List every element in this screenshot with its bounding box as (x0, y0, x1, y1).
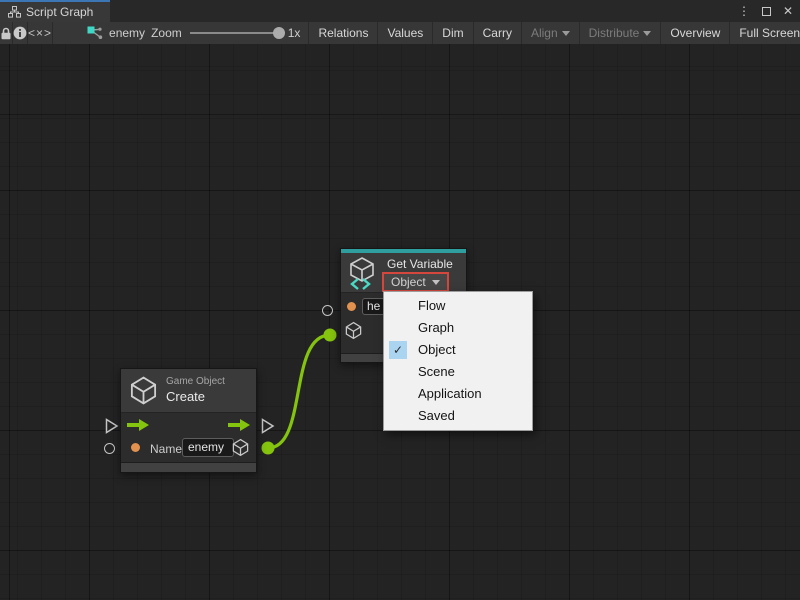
window-menu-icon[interactable]: ⋮ (736, 3, 752, 19)
node-footer[interactable] (121, 462, 256, 472)
menu-item-object[interactable]: ✓ Object (384, 339, 532, 361)
scope-label: Object (391, 275, 426, 289)
menu-item-saved[interactable]: Saved (384, 405, 532, 427)
maximize-icon[interactable] (758, 3, 774, 19)
flow-out-port[interactable] (261, 418, 275, 434)
flow-in-arrow-icon[interactable] (127, 419, 149, 431)
toolbar-button-relations[interactable]: Relations (308, 22, 377, 44)
graph-breadcrumb[interactable]: enemy (81, 22, 151, 44)
menu-item-label: Flow (418, 298, 445, 313)
name-input-port[interactable] (104, 443, 115, 454)
string-port-icon[interactable] (131, 443, 140, 452)
menu-item-flow[interactable]: Flow (384, 295, 532, 317)
title-bar: Script Graph ⋮ ✕ (0, 0, 800, 22)
menu-item-label: Application (418, 386, 482, 401)
menu-item-label: Object (418, 342, 456, 357)
chevron-down-icon (432, 280, 440, 285)
toolbar-button-values[interactable]: Values (377, 22, 432, 44)
menu-item-application[interactable]: Application (384, 383, 532, 405)
get-variable-input-port[interactable] (322, 305, 333, 316)
cube-icon (128, 375, 159, 406)
variable-scope-dropdown[interactable]: Object (384, 274, 447, 290)
create-header: Game Object Create (121, 369, 256, 412)
info-button[interactable] (13, 22, 28, 44)
input-port-label: Name (150, 442, 182, 456)
toolbar-button-distribute[interactable]: Distribute (579, 22, 661, 44)
scope-dropdown-menu: Flow Graph ✓ Object Scene Application Sa… (383, 291, 533, 431)
checkmark-icon: ✓ (389, 341, 407, 359)
toolbar-button-carry[interactable]: Carry (473, 22, 521, 44)
lock-icon (0, 27, 12, 40)
cube-port-icon[interactable] (344, 321, 363, 340)
node-category: Game Object (166, 376, 225, 387)
get-variable-header: Get Variable Object (341, 253, 466, 292)
tab-title: Script Graph (26, 5, 93, 19)
menu-item-label: Scene (418, 364, 455, 379)
variable-cube-code-icon (346, 256, 378, 290)
name-value-input[interactable]: enemy (182, 438, 234, 457)
chevron-down-icon (643, 31, 651, 36)
node-title: Get Variable (387, 257, 453, 271)
toolbar-button-fullscreen[interactable]: Full Screen (729, 22, 800, 44)
connection-wire[interactable] (268, 335, 330, 448)
close-icon[interactable]: ✕ (780, 3, 796, 19)
script-graph-icon (8, 6, 21, 18)
zoom-slider[interactable] (190, 32, 280, 34)
toolbar-button-align[interactable]: Align (521, 22, 579, 44)
flow-row (121, 413, 256, 437)
graph-canvas[interactable]: Get Variable Object he (0, 44, 800, 600)
menu-item-graph[interactable]: Graph (384, 317, 532, 339)
lock-button[interactable] (0, 22, 13, 44)
value-row: Name enemy (121, 437, 256, 463)
menu-item-scene[interactable]: Scene (384, 361, 532, 383)
code-preview-button[interactable]: <×> (28, 22, 53, 44)
zoom-slider-knob[interactable] (273, 27, 285, 39)
flow-out-arrow-icon[interactable] (228, 419, 250, 431)
node-title: Create (166, 389, 205, 404)
zoom-value: 1x (288, 26, 301, 40)
graph-name: enemy (109, 26, 145, 40)
menu-item-label: Saved (418, 408, 455, 423)
maximize-glyph (762, 7, 771, 16)
graph-asset-icon (87, 26, 103, 40)
zoom-control: Zoom 1x (151, 22, 308, 44)
create-body: Name enemy (121, 412, 256, 462)
cube-port-icon[interactable] (231, 438, 250, 457)
align-label: Align (531, 26, 558, 40)
tab-script-graph[interactable]: Script Graph (0, 0, 110, 22)
toolbar-button-overview[interactable]: Overview (660, 22, 729, 44)
click-highlight-box: Object (382, 272, 449, 292)
chevron-down-icon (562, 31, 570, 36)
info-icon (13, 26, 27, 40)
node-create[interactable]: Game Object Create Name enemy (120, 368, 257, 473)
zoom-label: Zoom (151, 26, 182, 40)
string-port-icon[interactable] (347, 302, 356, 311)
distribute-label: Distribute (589, 26, 640, 40)
toolbar-button-dim[interactable]: Dim (432, 22, 472, 44)
flow-in-port[interactable] (105, 418, 119, 434)
menu-item-label: Graph (418, 320, 454, 335)
graph-toolbar: <×> enemy Zoom 1x Relations Values Dim C… (0, 22, 800, 44)
